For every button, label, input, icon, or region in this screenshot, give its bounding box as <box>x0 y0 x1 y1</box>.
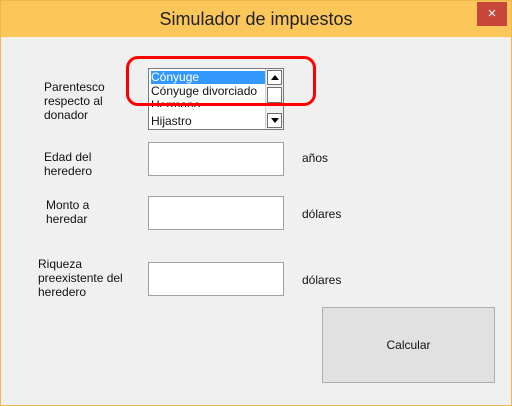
monto-unit: dólares <box>302 207 342 221</box>
list-item[interactable]: Hermano <box>151 99 265 107</box>
edad-input[interactable] <box>148 142 284 176</box>
listbox-scrollbar[interactable] <box>265 69 283 129</box>
monto-input[interactable] <box>148 196 284 230</box>
scroll-down-button[interactable] <box>267 113 282 128</box>
parentesco-listbox[interactable]: Cónyuge Cónyuge divorciado Hermano Hijas… <box>148 68 284 130</box>
riqueza-input[interactable] <box>148 262 284 296</box>
edad-label: Edad del heredero <box>44 150 93 178</box>
riqueza-label: Riqueza preexistente del heredero <box>38 257 123 299</box>
title-bar[interactable]: Simulador de impuestos × <box>1 1 511 37</box>
arrow-down-icon <box>271 118 279 123</box>
list-item[interactable]: Hijastro <box>151 115 265 128</box>
scroll-up-button[interactable] <box>267 70 282 85</box>
arrow-up-icon <box>271 75 279 80</box>
calcular-button[interactable]: Calcular <box>322 307 495 383</box>
list-item[interactable]: Cónyuge divorciado <box>151 85 265 98</box>
monto-label: Monto a heredar <box>46 198 90 226</box>
riqueza-unit: dólares <box>302 273 342 287</box>
close-icon: × <box>487 5 497 22</box>
window-title: Simulador de impuestos <box>159 9 353 29</box>
scroll-thumb[interactable] <box>267 87 282 103</box>
edad-unit: años <box>302 151 329 165</box>
list-item[interactable]: Cónyuge <box>151 71 265 84</box>
close-button[interactable]: × <box>477 2 507 26</box>
parentesco-label: Parentesco respecto al donador <box>44 80 105 122</box>
